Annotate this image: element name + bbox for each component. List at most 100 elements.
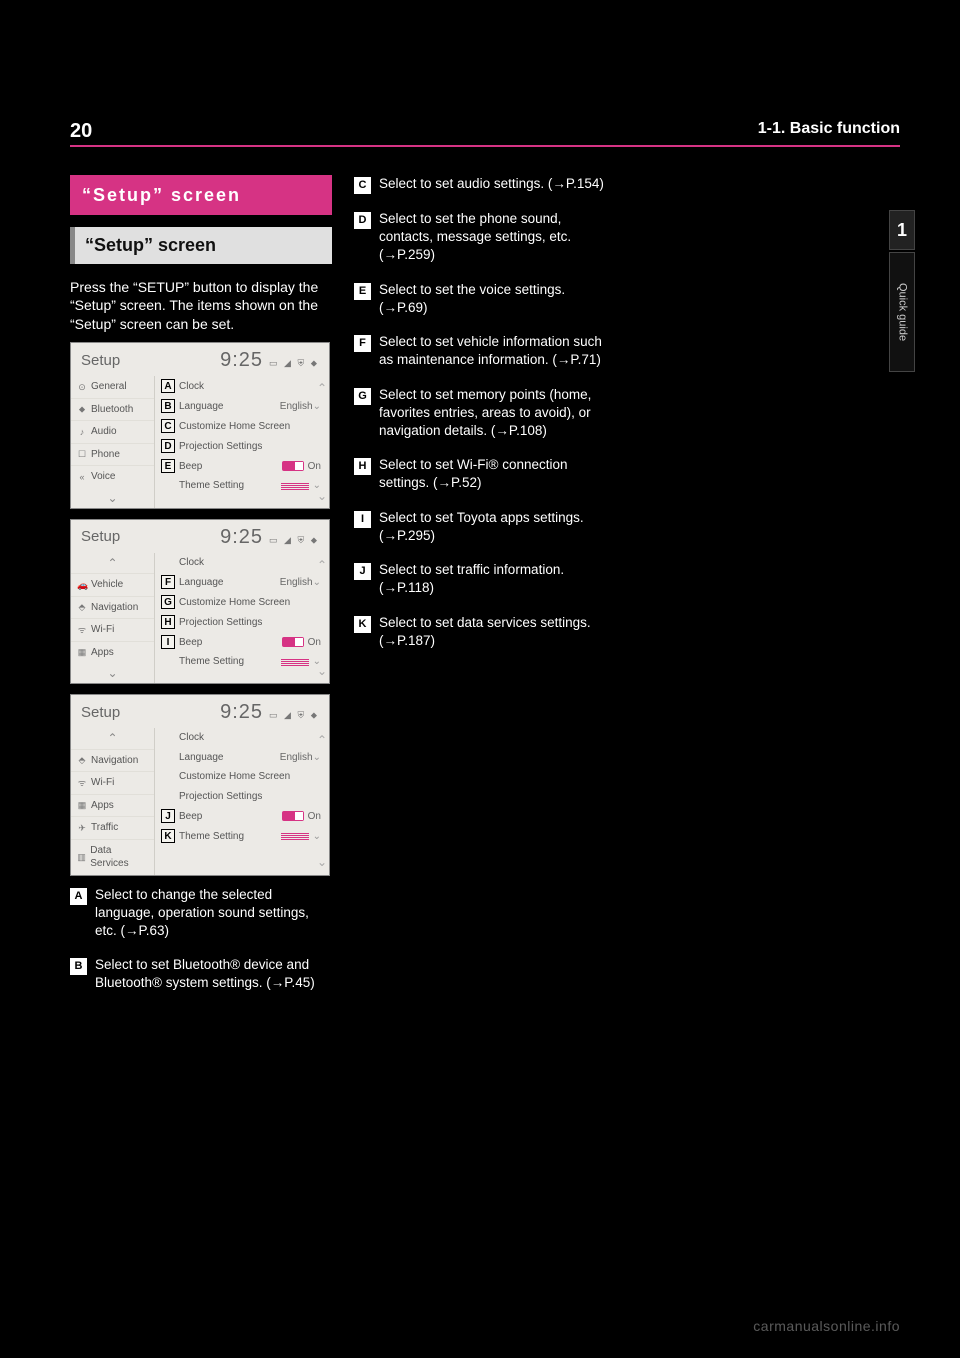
scroll-up-icon[interactable]: ⌃: [317, 557, 327, 573]
scroll-up-icon[interactable]: ⌃: [317, 380, 327, 396]
callout-description: Select to set Bluetooth® device and Blue…: [95, 956, 332, 992]
sidebar-item[interactable]: ᯤWi-Fi: [71, 618, 154, 641]
settings-row[interactable]: HProjection Settings: [155, 612, 329, 632]
settings-row-label: Language: [179, 576, 280, 590]
callout-marker: I: [161, 635, 175, 649]
sidebar-item[interactable]: ☐Phone: [71, 443, 154, 466]
sidebar-item-label: Phone: [91, 448, 120, 462]
settings-row[interactable]: BLanguageEnglish ⌄: [155, 396, 329, 416]
callout-marker: K: [354, 616, 371, 633]
sidebar-item[interactable]: ⬥Bluetooth: [71, 398, 154, 421]
settings-row[interactable]: GCustomize Home Screen: [155, 592, 329, 612]
scrollbar[interactable]: ⌃⌄: [317, 557, 327, 679]
scroll-up-icon[interactable]: ⌃: [317, 732, 327, 748]
status-icons: ▭ ◢ ⛨ ⬥: [269, 709, 319, 721]
screenshot-sidebar: ⌃ 🚗 Vehicle ⬘NavigationᯤWi-Fi▦Apps⌄: [71, 553, 155, 683]
settings-row[interactable]: CCustomize Home Screen: [155, 416, 329, 436]
sidebar-item-label: Traffic: [91, 821, 118, 835]
scroll-down-icon[interactable]: ⌄: [317, 854, 327, 870]
scrollbar[interactable]: ⌃⌄: [317, 732, 327, 870]
settings-row[interactable]: LanguageEnglish ⌄: [155, 748, 329, 768]
menu-icon: ▦: [77, 799, 87, 811]
settings-row[interactable]: FLanguageEnglish ⌄: [155, 572, 329, 592]
menu-icon: ♪: [77, 426, 87, 438]
settings-row-label: Language: [179, 751, 280, 765]
sidebar-item[interactable]: ᯤWi-Fi: [71, 771, 154, 794]
callout-marker: A: [161, 379, 175, 393]
callout-description: Select to change the selected language, …: [95, 886, 332, 941]
settings-row[interactable]: KTheme Setting ⌄: [155, 826, 329, 846]
callout-description: Select to set memory points (home, favor…: [379, 386, 616, 441]
scroll-up-icon[interactable]: ⌃: [71, 553, 154, 573]
callout-description: Select to set Wi-Fi® connection settings…: [379, 456, 616, 492]
callout-marker: J: [161, 809, 175, 823]
scroll-down-icon[interactable]: ⌄: [317, 663, 327, 679]
settings-row[interactable]: Clock: [155, 728, 329, 748]
settings-row[interactable]: IBeepOn: [155, 632, 329, 652]
callout-marker: K: [161, 829, 175, 843]
clock-label: 9:25: [220, 699, 263, 726]
screenshot-sidebar: ⊙General⬥Bluetooth♪Audio☐Phone«Voice⌄: [71, 376, 155, 508]
scroll-down-icon[interactable]: ⌄: [71, 488, 154, 508]
sidebar-item[interactable]: «Voice: [71, 465, 154, 488]
callout-description: Select to set Toyota apps settings. (→P.…: [379, 509, 616, 545]
settings-row[interactable]: Customize Home Screen: [155, 767, 329, 787]
toggle-switch[interactable]: [282, 811, 304, 821]
menu-icon: 🚗: [77, 579, 87, 591]
settings-row[interactable]: Theme Setting ⌄: [155, 476, 329, 496]
sidebar-item-label: Vehicle: [91, 578, 123, 592]
menu-icon: «: [77, 471, 87, 483]
callout-item: ASelect to change the selected language,…: [70, 886, 332, 941]
settings-row-value: English: [280, 576, 313, 590]
settings-row[interactable]: DProjection Settings: [155, 436, 329, 456]
intro-paragraph: Press the “SETUP” button to display the …: [70, 278, 332, 335]
scroll-up-icon[interactable]: ⌃: [71, 728, 154, 748]
sidebar-item[interactable]: ⬘Navigation: [71, 596, 154, 619]
menu-icon: ⬘: [77, 754, 87, 766]
sidebar-item-label: Wi-Fi: [91, 623, 114, 637]
toggle-switch[interactable]: [282, 637, 304, 647]
callout-marker: I: [354, 511, 371, 528]
callout-item: I Select to set Toyota apps settings. (→P…: [354, 509, 616, 545]
settings-row-label: Projection Settings: [179, 440, 321, 454]
settings-row-label: Projection Settings: [179, 616, 321, 630]
settings-row[interactable]: Projection Settings: [155, 787, 329, 807]
sidebar-item[interactable]: ▦Apps: [71, 641, 154, 664]
callout-description: Select to set the voice settings. (→P.69…: [379, 281, 616, 317]
screenshot-main: ClockLanguageEnglish ⌄Customize Home Scr…: [155, 728, 329, 874]
callout-marker: E: [354, 283, 371, 300]
settings-row[interactable]: JBeepOn: [155, 806, 329, 826]
callout-description: Select to set traffic information. (→P.1…: [379, 561, 616, 597]
menu-icon: ⬘: [77, 601, 87, 613]
toggle-switch[interactable]: [282, 461, 304, 471]
scrollbar[interactable]: ⌃⌄: [317, 380, 327, 504]
menu-icon: ⊙: [77, 381, 87, 393]
sidebar-item[interactable]: ▥Data Services: [71, 839, 154, 875]
sidebar-item-label: Navigation: [91, 754, 138, 768]
callout-marker: F: [354, 335, 371, 352]
callout-marker: G: [354, 388, 371, 405]
settings-row-label: Projection Settings: [179, 790, 321, 804]
sidebar-item[interactable]: ♪Audio: [71, 420, 154, 443]
settings-row-label: Clock: [179, 556, 321, 570]
menu-icon: ⬥: [77, 403, 87, 415]
scroll-down-icon[interactable]: ⌄: [71, 663, 154, 683]
settings-row[interactable]: AClock: [155, 376, 329, 396]
settings-row[interactable]: Theme Setting ⌄: [155, 652, 329, 672]
settings-row-label: Theme Setting: [179, 479, 277, 493]
settings-row[interactable]: Clock: [155, 553, 329, 573]
sidebar-item[interactable]: ⬘ Navigation: [71, 749, 154, 772]
settings-row-label: Theme Setting: [179, 655, 277, 669]
sidebar-item[interactable]: ⊙General: [71, 376, 154, 398]
sidebar-item[interactable]: 🚗 Vehicle: [71, 573, 154, 596]
screenshot-title: Setup: [81, 351, 120, 371]
section-title-banner: “Setup” screen: [70, 175, 332, 215]
page-header: 20 1-1. Basic function: [70, 118, 900, 147]
settings-row[interactable]: EBeepOn: [155, 456, 329, 476]
sidebar-item[interactable]: ▦Apps: [71, 794, 154, 817]
sidebar-item[interactable]: ✈Traffic: [71, 816, 154, 839]
scroll-down-icon[interactable]: ⌄: [317, 488, 327, 504]
callout-item: G Select to set memory points (home, favo…: [354, 386, 616, 441]
callout-marker: E: [161, 459, 175, 473]
callout-item: E Select to set the voice settings. (→P.6…: [354, 281, 616, 317]
